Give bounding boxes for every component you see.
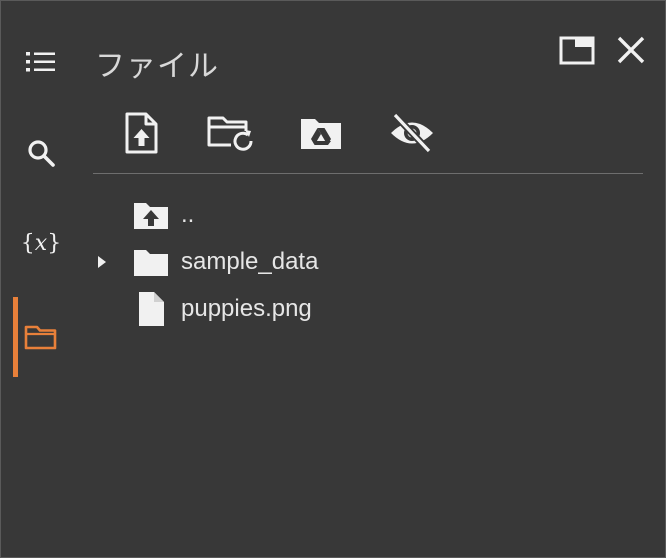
tree-item-label: sample_data: [181, 248, 319, 275]
upload-file-icon: [123, 112, 159, 159]
folder-icon: [131, 242, 171, 282]
tree-item-sample-data[interactable]: sample_data: [87, 242, 627, 282]
table-of-contents-button[interactable]: [13, 34, 69, 90]
upload-file-button[interactable]: [115, 111, 167, 159]
search-button[interactable]: [13, 125, 69, 181]
close-icon: [616, 35, 646, 70]
panel-title: ファイル: [95, 50, 219, 83]
tree-item-parent[interactable]: ..: [87, 195, 627, 235]
files-button[interactable]: [13, 309, 69, 365]
tree-item-label: ..: [181, 201, 195, 228]
variables-button[interactable]: {x}: [13, 215, 69, 271]
tree-item-label: puppies.png: [181, 295, 312, 322]
drive-folder-icon: [300, 116, 342, 155]
open-in-tab-button[interactable]: [557, 34, 597, 70]
expand-caret-icon[interactable]: [87, 242, 117, 282]
variables-icon: {x}: [20, 230, 62, 256]
window-icon: [559, 35, 595, 70]
refresh-button[interactable]: [204, 111, 256, 159]
folder-up-icon: [131, 195, 171, 235]
files-panel-window: {x} ファイル .. sample_data puppies.png: [0, 0, 666, 558]
close-button[interactable]: [611, 34, 651, 70]
mount-drive-button[interactable]: [295, 111, 347, 159]
toolbar-divider: [93, 173, 643, 174]
folder-refresh-icon: [207, 114, 253, 157]
search-icon: [26, 138, 56, 168]
file-icon: [131, 289, 171, 329]
toggle-hidden-files-button[interactable]: [386, 111, 438, 159]
tree-item-puppies-png[interactable]: puppies.png: [87, 289, 627, 329]
folder-icon: [24, 323, 58, 351]
list-icon: [25, 48, 57, 76]
eye-off-icon: [389, 112, 435, 158]
